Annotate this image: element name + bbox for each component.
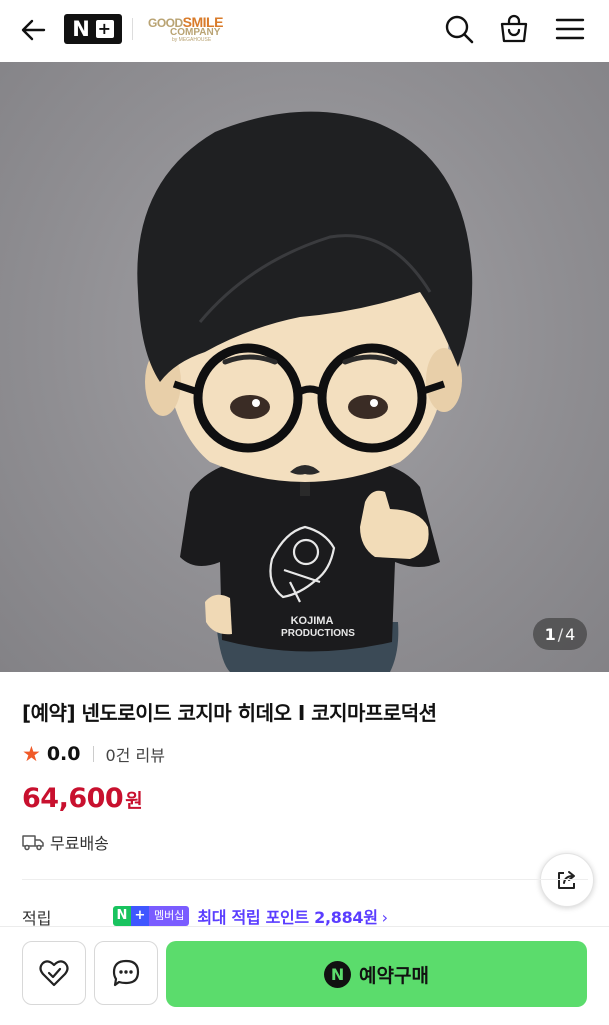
points-amount: 최대 적립 포인트 2,884원 [197,908,378,927]
image-counter: 1 / 4 [533,618,587,650]
nendoroid-figure-illustration: KOJIMA PRODUCTIONS [137,111,473,672]
shirt-text-1: KOJIMA [291,615,334,627]
shipping-info: 무료배송 [22,830,109,854]
menu-icon [555,18,585,40]
price-row: 64,600 원 [22,783,143,814]
top-header: N + GOODSMILE COMPANY by MEGAHOUSE [0,0,609,62]
cart-button[interactable] [497,12,531,46]
heart-check-icon [39,960,69,987]
search-button[interactable] [442,12,476,46]
nplus-store-logo[interactable]: N + [64,14,122,44]
reserve-purchase-button[interactable]: N 예약구매 [166,941,587,1007]
talk-button[interactable] [94,941,158,1005]
truck-icon [22,835,44,851]
shipping-label: 무료배송 [50,834,109,853]
bottom-action-bar: N 예약구매 [0,926,609,1025]
menu-button[interactable] [553,12,587,46]
nplus-membership-badge: N + 멤버십 [113,906,190,926]
review-count[interactable]: 0건 리뷰 [106,742,165,766]
image-total: 4 [565,624,576,644]
goodsmile-logo[interactable]: GOODSMILE COMPANY by MEGAHOUSE [148,15,223,45]
rating-row[interactable]: ★ 0.0 0건 리뷰 [22,742,165,766]
nplus-n: N [72,17,91,41]
price-value: 64,600 [22,783,124,814]
product-title: [예약] 넨도로이드 코지마 히데오 I 코지마프로덕션 [22,701,437,725]
search-icon [445,15,474,44]
image-separator: / [557,624,564,644]
wishlist-button[interactable] [22,941,86,1005]
header-divider [132,18,133,40]
shirt-text-2: PRODUCTIONS [281,628,355,639]
nplus-plus: + [95,19,114,38]
price-currency: 원 [125,790,143,812]
star-icon: ★ [22,742,41,766]
badge-member: 멤버십 [149,906,190,926]
buy-label: 예약구매 [359,964,429,987]
section-divider [22,879,588,880]
back-button[interactable] [18,14,50,46]
rating-value: 0.0 [46,743,81,765]
npay-icon: N [324,960,352,988]
product-image[interactable]: KOJIMA PRODUCTIONS 1 / 4 [0,62,609,672]
badge-plus: + [131,906,149,926]
points-text: 최대 적립 포인트 2,884원 › [197,904,388,928]
logo-by: by MEGAHOUSE [172,37,212,43]
share-button[interactable] [540,853,594,907]
shopping-bag-icon [500,14,528,43]
image-current: 1 [544,624,556,644]
share-icon [558,871,575,889]
points-info[interactable]: N + 멤버십 최대 적립 포인트 2,884원 › [113,904,388,928]
badge-n: N [113,906,131,926]
chat-bubble-icon [112,959,140,987]
rating-divider [92,746,94,762]
chevron-right-icon: › [381,908,388,927]
back-arrow-icon [21,19,46,41]
